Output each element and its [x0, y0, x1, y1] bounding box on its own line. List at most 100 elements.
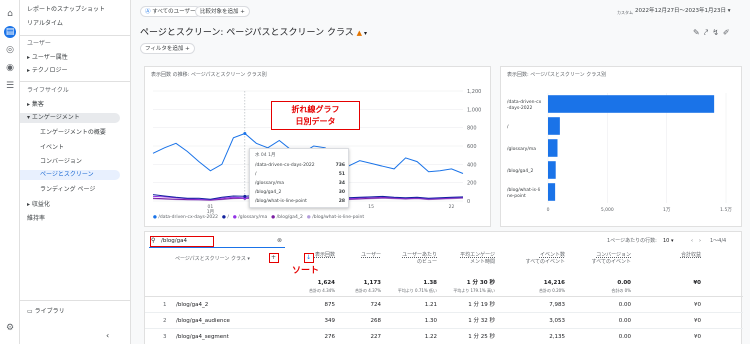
nav-item-library[interactable]: ▭ ライブラリ: [27, 308, 65, 316]
category-label: /blog/what-is-li: [507, 187, 540, 193]
category-label: /: [507, 124, 509, 130]
column-subheader: すべてのイベント: [525, 259, 565, 265]
x-tick-label: 15: [368, 204, 374, 210]
line-chart-card: 表示回数 の推移: ページパスとスクリーン クラス別 0 200 400 600 800…: [144, 66, 491, 227]
chevron-down-icon[interactable]: ▾: [362, 30, 367, 37]
nav-section-user[interactable]: ユーザー: [27, 40, 51, 48]
dimension-column-header[interactable]: ページパスとスクリーン クラス ▾: [175, 256, 250, 263]
settings-icon[interactable]: ⚙: [4, 322, 16, 334]
home-icon[interactable]: ⌂: [4, 8, 16, 20]
search-highlight-box: [150, 236, 214, 247]
nav-item-monetization[interactable]: ▸ 収益化: [27, 201, 50, 209]
date-range-picker[interactable]: 2022年12月27日〜2023年1月23日 ▾: [635, 8, 731, 15]
legend-label: /blog/ga4_2: [276, 215, 303, 220]
category-label: ne-point: [507, 193, 526, 199]
chart-tooltip: 水 04 1月 /data-driven-cx-days-2022 736/51/…: [249, 148, 349, 208]
nav-item-retention[interactable]: 維持率: [27, 215, 45, 223]
tooltip-row-label: /data-driven-cx-days-2022: [255, 163, 315, 168]
collapse-nav-icon[interactable]: ‹: [106, 332, 109, 340]
nav-item-landing-page[interactable]: ランディング ページ: [40, 186, 95, 194]
bar: [548, 117, 560, 135]
row-metric-value: ¥0: [694, 318, 701, 324]
tooltip-row-value: 28: [338, 199, 345, 204]
y-tick-label: 1,200: [467, 89, 481, 95]
column-header: コンバージョン: [596, 252, 631, 258]
nav-item-engagement-overview[interactable]: エンゲージメントの概要: [40, 129, 106, 137]
rows-per-page-select[interactable]: 10 ▾: [663, 238, 673, 245]
y-tick-label: 800: [467, 126, 477, 132]
nav-item-technology[interactable]: ▸ テクノロジー: [27, 67, 68, 75]
legend-label: /: [227, 215, 229, 220]
row-page-path[interactable]: /blog/ga4_segment: [176, 334, 229, 340]
legend-item[interactable]: ● /blog/ga4_2: [271, 215, 303, 220]
chevron-down-icon: ▾: [726, 8, 731, 14]
legend-item[interactable]: ● /: [222, 215, 229, 220]
reports-icon[interactable]: ▤: [4, 26, 16, 38]
nav-item-user-attributes[interactable]: ▸ ユーザー属性: [27, 54, 68, 62]
tooltip-date: 水 04 1月: [255, 153, 276, 158]
share-icon[interactable]: ⤤: [704, 28, 713, 37]
nav-section-lifecycle[interactable]: ライフサイクル: [27, 87, 69, 95]
row-metric-value: 3,053: [549, 318, 565, 324]
advertising-icon[interactable]: ◉: [4, 62, 16, 74]
tooltip-row-value: 30: [338, 190, 345, 195]
bar: [548, 183, 556, 201]
insights-icon[interactable]: ↯: [712, 28, 723, 37]
category-label: /blog/ga4_2: [507, 168, 533, 174]
pagination-prev-icon[interactable]: ‹: [691, 238, 693, 245]
row-metric-value: 1 分 32 秒: [468, 318, 495, 324]
column-subheader: すべてのイベント: [591, 259, 631, 265]
nav-item-acquisition[interactable]: ▸ 集客: [27, 101, 44, 109]
legend-item[interactable]: ● /blog/what-is-line-point: [307, 215, 364, 220]
pencil-icon[interactable]: ✐: [723, 28, 734, 37]
explore-icon[interactable]: ◎: [4, 44, 16, 56]
configure-icon[interactable]: ☰: [4, 80, 16, 92]
bar: [548, 161, 556, 179]
add-filter-button[interactable]: フィルタを追加 +: [140, 43, 195, 54]
tooltip-row: /glossary/ma 34: [255, 181, 345, 187]
clear-search-icon[interactable]: ⊗: [277, 237, 282, 244]
column-header: 平均エンゲージ: [460, 252, 495, 258]
row-page-path[interactable]: /blog/ga4_audience: [176, 318, 230, 324]
total-value: 14,216: [543, 280, 565, 286]
row-metric-value: ¥0: [694, 302, 701, 308]
row-metric-value: 1 分 19 秒: [468, 302, 495, 308]
series-point: [243, 194, 247, 198]
total-value: 0.00: [617, 280, 631, 286]
nav-item-snapshot[interactable]: レポートのスナップショット: [27, 6, 105, 14]
x-tick-label: 0: [547, 207, 550, 213]
y-tick-label: 200: [467, 181, 477, 187]
category-label: /data-driven-cx: [507, 99, 542, 105]
date-custom-label: カスタム: [617, 10, 633, 15]
x-tick-label: 5,000: [601, 207, 614, 213]
tooltip-row: / 51: [255, 172, 345, 178]
tooltip-row-label: /: [255, 172, 257, 177]
plus-icon: +: [238, 9, 245, 15]
y-tick-label: 600: [467, 144, 477, 150]
plus-icon: +: [183, 46, 190, 52]
nav-item-engagement[interactable]: ▾ エンゲージメント: [20, 113, 120, 123]
column-header: イベント数: [539, 252, 565, 258]
y-tick-label: 1,000: [467, 107, 481, 113]
bar-chart-card: 表示回数: ページパスとスクリーン クラス別 0 5,000 1万 1.5万/data…: [500, 66, 742, 227]
add-comparison-button[interactable]: 比較対象を追加 +: [195, 6, 250, 17]
icon-rail: ⌂ ▤ ◎ ◉ ☰ ⚙: [0, 0, 20, 344]
pagination-next-icon[interactable]: ›: [699, 238, 701, 245]
segment-chip-all-users[interactable]: Ⓐ すべてのユーザー: [140, 6, 201, 17]
nav-item-pages-screens[interactable]: ページとスクリーン: [20, 170, 120, 180]
nav-item-conversions[interactable]: コンバージョン: [40, 158, 82, 166]
row-index: 1: [163, 302, 167, 308]
legend-item[interactable]: ● /glossary/ma: [233, 215, 267, 220]
legend-label: /blog/what-is-line-point: [312, 215, 365, 220]
total-subtext: 合計の 0%: [611, 288, 631, 293]
tooltip-row: /blog/ga4_2 30: [255, 190, 345, 196]
tooltip-row-label: /glossary/ma: [255, 181, 284, 186]
legend-item[interactable]: ● /data-driven-cx-days-2022: [153, 215, 218, 220]
row-page-path[interactable]: /blog/ga4_2: [176, 302, 208, 308]
nav-item-realtime[interactable]: リアルタイム: [27, 20, 63, 28]
total-value: ¥0: [693, 280, 701, 286]
series-point: [243, 132, 247, 136]
nav-item-events[interactable]: イベント: [40, 144, 64, 152]
tooltip-row-label: /blog/what-is-line-point: [255, 199, 307, 204]
edit-report-icon[interactable]: ✎: [693, 28, 704, 37]
